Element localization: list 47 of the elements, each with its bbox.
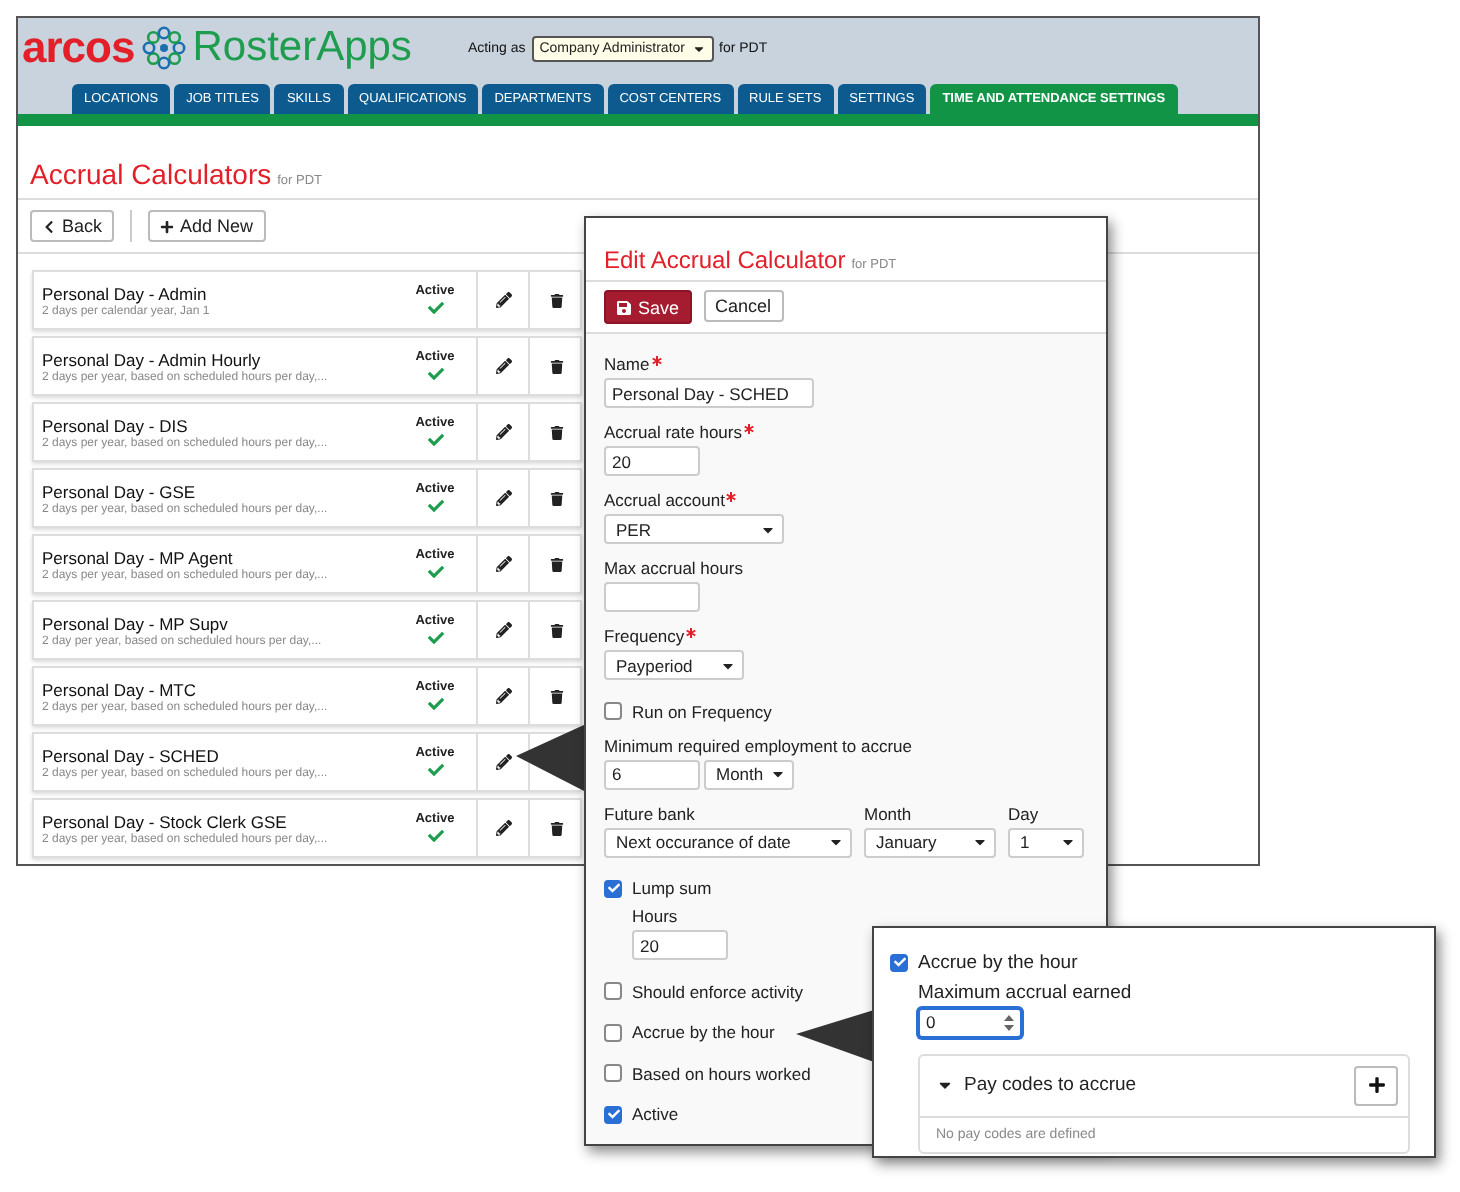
calculator-name: Personal Day - DIS: [42, 415, 190, 435]
page-title: Accrual Calculators: [30, 158, 272, 190]
checkbox-label: Active: [632, 1104, 679, 1124]
cancel-button[interactable]: Cancel: [703, 290, 784, 322]
add-button[interactable]: Add New: [148, 210, 266, 242]
text-field[interactable]: Personal Day - SCHED: [604, 378, 814, 408]
field-label: Month: [864, 803, 912, 823]
number-field[interactable]: 6: [604, 759, 700, 789]
field-label: Hours: [632, 906, 680, 926]
calculator-name: Personal Day - GSE: [42, 481, 198, 501]
select-field[interactable]: PER: [604, 514, 784, 544]
checkbox-label: Should enforce activity: [632, 981, 804, 1001]
calculator-name: Personal Day - SCHED: [42, 745, 221, 765]
field-label: Frequency: [604, 626, 685, 646]
hours-field[interactable]: 20: [632, 930, 728, 960]
checkbox-label: Accrue by the hour: [918, 951, 1078, 973]
field-label: Accrual account: [604, 490, 725, 510]
select-field[interactable]: Payperiod: [604, 650, 744, 680]
logo-wordmark: arcos: [22, 22, 135, 74]
text-field[interactable]: 20: [604, 446, 700, 476]
select-field[interactable]: 1: [1008, 827, 1084, 857]
calculator-name: Personal Day - MTC: [42, 679, 198, 699]
panel-title: Edit Accrual Calculator: [604, 246, 846, 274]
field-label: Max accrual hours: [604, 558, 743, 578]
back-button[interactable]: Back: [30, 210, 115, 242]
field-label: Minimum required employment to accrue: [604, 735, 913, 755]
field-label: Day: [1008, 803, 1039, 823]
save-button[interactable]: Save: [604, 290, 692, 324]
select-field[interactable]: Next occurance of date: [604, 827, 852, 857]
select-field[interactable]: January: [864, 827, 996, 857]
logo-product-name: RosterApps: [192, 24, 412, 72]
field-label: Maximum accrual earned: [918, 981, 1134, 1003]
section-toggle[interactable]: Pay codes to accrue: [936, 1074, 1137, 1096]
checkbox-label: Run on Frequency: [632, 701, 772, 721]
checkbox-label: Based on hours worked: [632, 1063, 811, 1083]
checkbox-label: Lump sum: [632, 878, 712, 898]
calculator-name: Personal Day - Admin Hourly: [42, 349, 263, 369]
field-label: Future bank: [604, 803, 695, 823]
calculator-name: Personal Day - MP Agent: [42, 547, 235, 567]
field-label: Accrual rate hours: [604, 422, 742, 442]
checkbox-label: Accrue by the hour: [632, 1022, 775, 1042]
unit-select[interactable]: Month: [704, 759, 794, 789]
calculator-name: Personal Day - Admin: [42, 283, 209, 303]
calculator-name: Personal Day - MP Supv: [42, 613, 230, 633]
calculator-name: Personal Day - Stock Clerk GSE: [42, 811, 289, 831]
field-label: Name: [604, 354, 650, 374]
number-field[interactable]: 0: [918, 1007, 1022, 1037]
